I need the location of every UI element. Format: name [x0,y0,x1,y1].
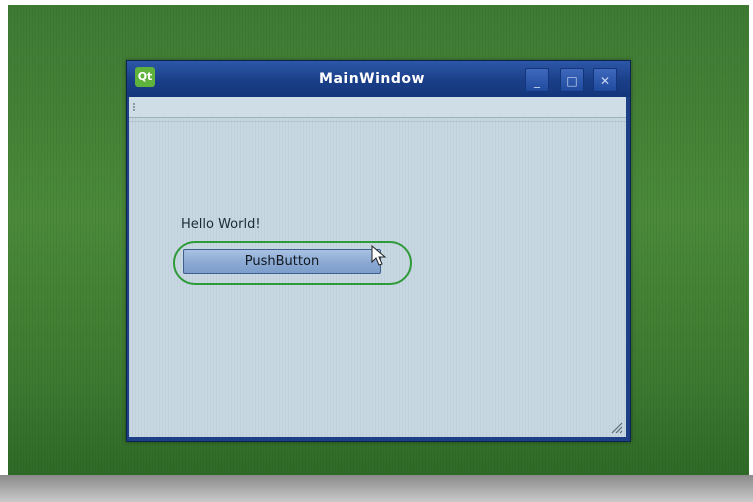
minimize-button[interactable]: _ [525,68,549,92]
central-widget: Hello World! PushButton [129,97,626,437]
push-button[interactable]: PushButton [183,245,387,274]
resize-grip-icon[interactable] [609,420,623,434]
hello-label: Hello World! [181,217,261,232]
main-window: Qt MainWindow _ □ ✕ Hello World! PushBut… [126,60,631,442]
menu-grip-icon [133,103,141,111]
tool-bar [129,118,626,122]
close-icon: ✕ [599,74,611,88]
maximize-icon: □ [566,74,578,88]
menu-bar[interactable] [129,97,626,118]
window-title: MainWindow [319,71,425,87]
close-button[interactable]: ✕ [593,68,617,92]
push-button-label: PushButton [244,254,320,269]
mouse-cursor-icon [371,245,387,266]
title-bar[interactable]: Qt MainWindow _ □ ✕ [127,61,630,97]
monitor-bezel [0,475,753,502]
maximize-button[interactable]: □ [560,68,584,92]
minimize-icon: _ [534,74,540,88]
